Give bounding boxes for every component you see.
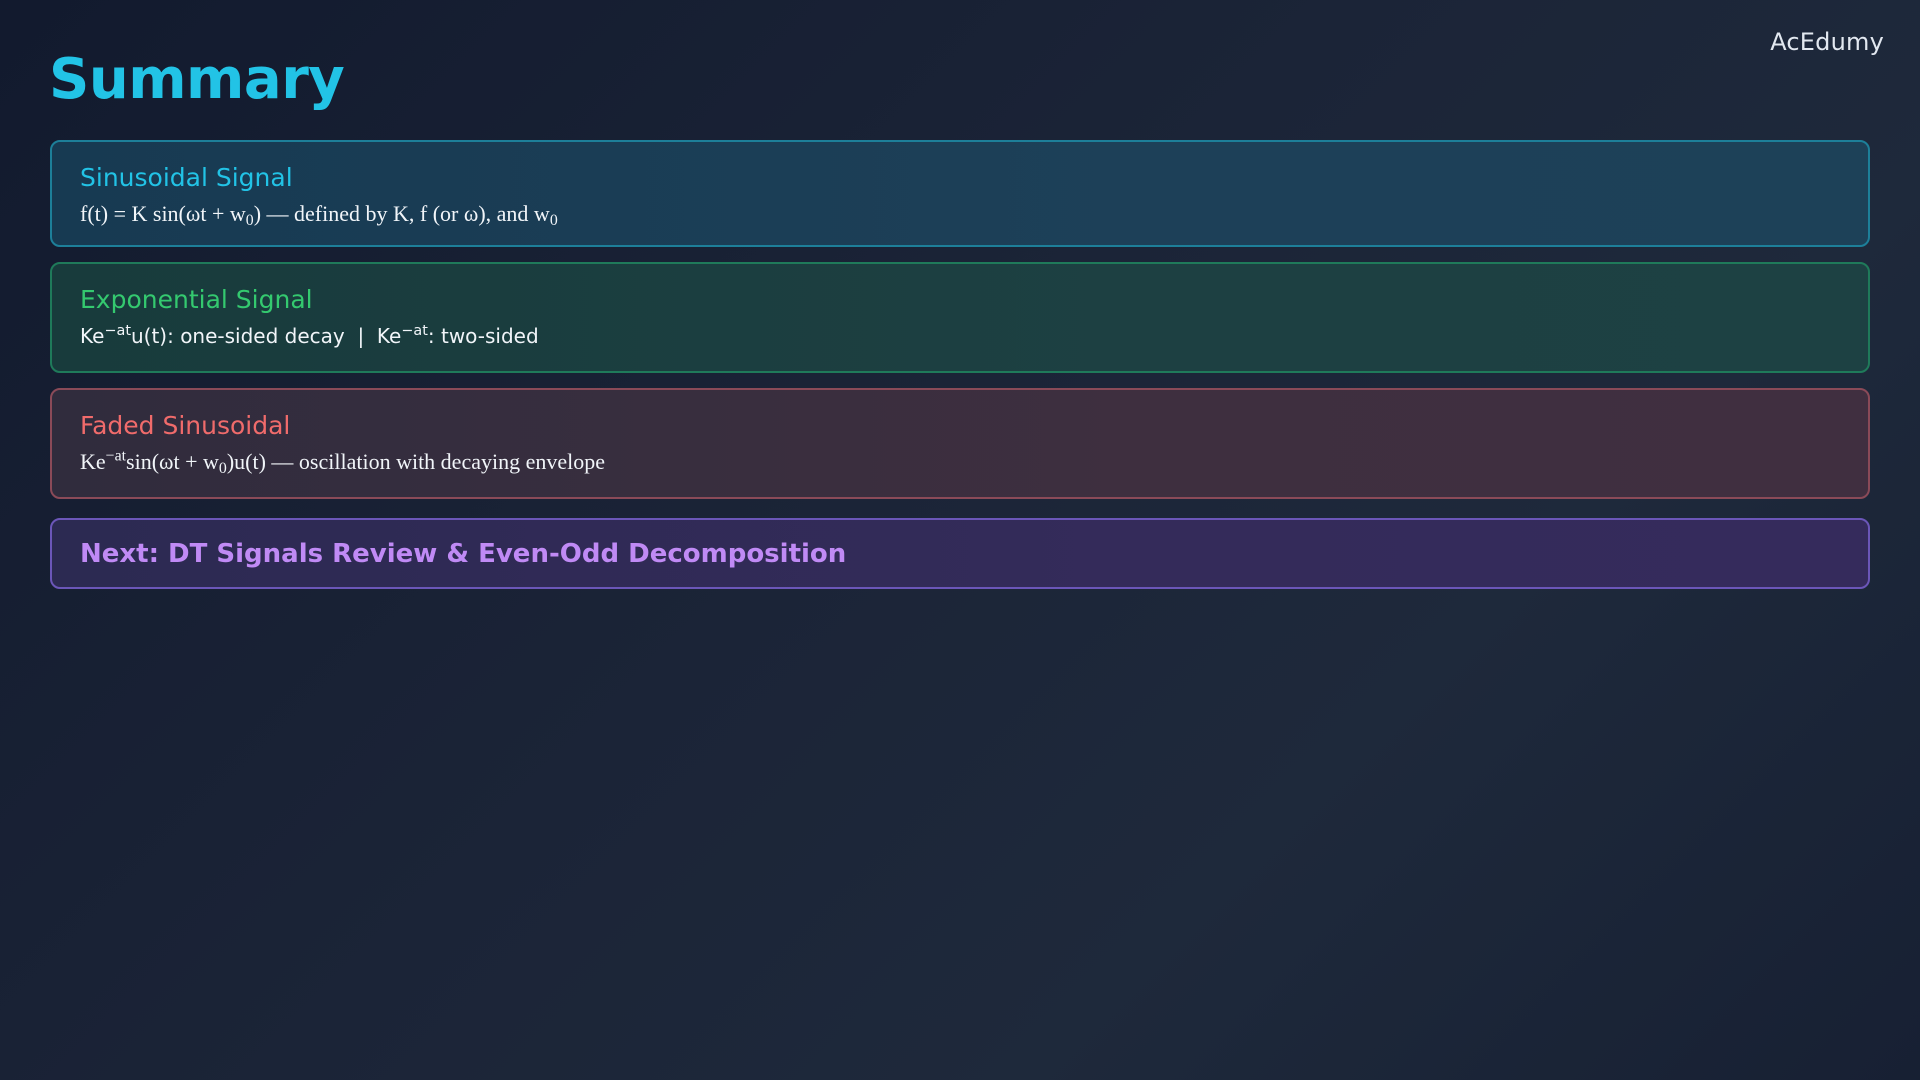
card-description: Ke−atu(t): one-sided decay | Ke−at: two-… (80, 322, 1840, 350)
formula-text: : two-sided (427, 324, 539, 348)
card-description: Ke−atsin(ωt + w0)u(t) — oscillation with… (80, 448, 1840, 476)
formula-text: )u(t) — oscillation with decaying envelo… (226, 449, 605, 474)
formula-text: Ke (80, 324, 105, 348)
card-next-topic: Next: DT Signals Review & Even-Odd Decom… (50, 518, 1870, 589)
formula-text: f(t) = K sin(ωt + w (80, 201, 246, 226)
formula-subscript: 0 (218, 459, 227, 477)
formula-superscript: −at (104, 323, 131, 340)
formula-subscript: 0 (549, 211, 558, 229)
card-title: Exponential Signal (80, 285, 313, 314)
summary-card-list: Sinusoidal Signal f(t) = K sin(ωt + w0) … (50, 140, 1870, 604)
next-topic-label: Next: DT Signals Review & Even-Odd Decom… (80, 539, 847, 569)
formula-superscript: −at (105, 447, 127, 465)
formula-superscript: −at (401, 323, 428, 340)
formula-text: Ke (80, 449, 106, 474)
brand-label: AcEdumy (1770, 28, 1884, 56)
formula-subscript: 0 (245, 211, 254, 229)
formula-text: sin(ωt + w (126, 449, 219, 474)
card-exponential-signal: Exponential Signal Ke−atu(t): one-sided … (50, 262, 1870, 373)
page-title: Summary (49, 47, 345, 112)
formula-text: u(t): one-sided decay | Ke (130, 324, 402, 348)
card-title: Faded Sinusoidal (80, 411, 291, 440)
card-description: f(t) = K sin(ωt + w0) — defined by K, f … (80, 200, 1840, 228)
formula-text: ) — defined by K, f (or ω), and w (253, 201, 550, 226)
card-faded-sinusoidal: Faded Sinusoidal Ke−atsin(ωt + w0)u(t) —… (50, 388, 1870, 499)
card-sinusoidal-signal: Sinusoidal Signal f(t) = K sin(ωt + w0) … (50, 140, 1870, 247)
card-title: Sinusoidal Signal (80, 163, 293, 192)
